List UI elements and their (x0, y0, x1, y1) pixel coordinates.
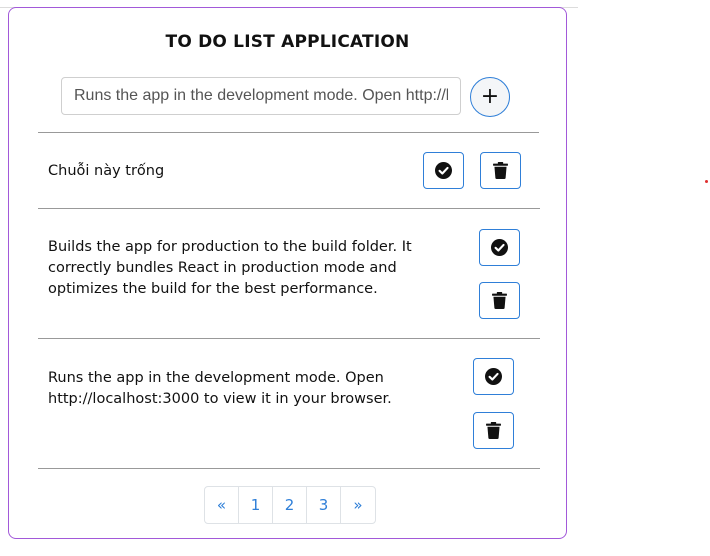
pagination: « 1 2 3 » (204, 486, 376, 524)
complete-button[interactable] (423, 152, 464, 189)
divider (38, 208, 540, 209)
delete-button[interactable] (473, 412, 514, 449)
trash-icon (486, 422, 501, 439)
todo-item-text: Runs the app in the development mode. Op… (48, 370, 392, 407)
todo-item-text: Builds the app for production to the bui… (48, 239, 412, 297)
check-circle-icon (485, 368, 502, 385)
delete-button[interactable] (480, 152, 521, 189)
divider (38, 468, 540, 469)
check-circle-icon (435, 162, 452, 179)
complete-button[interactable] (473, 358, 514, 395)
todo-input[interactable] (61, 77, 461, 115)
trash-icon (493, 162, 508, 179)
page-link-2[interactable]: 2 (273, 487, 307, 523)
check-circle-icon (491, 239, 508, 256)
plus-icon: + (480, 84, 500, 109)
complete-button[interactable] (479, 229, 520, 266)
add-todo-button[interactable]: + (470, 77, 510, 117)
trash-icon (492, 292, 507, 309)
delete-button[interactable] (479, 282, 520, 319)
page-prev-link[interactable]: « (205, 487, 239, 523)
page-link-1[interactable]: 1 (239, 487, 273, 523)
page-next-link[interactable]: » (341, 487, 375, 523)
app-title: TO DO LIST APPLICATION (165, 32, 410, 52)
page-link-3[interactable]: 3 (307, 487, 341, 523)
stray-dot (705, 180, 708, 183)
todo-item-text: Chuỗi này trống (48, 163, 165, 179)
divider (38, 338, 540, 339)
divider (38, 132, 539, 133)
todo-app-card: TO DO LIST APPLICATION + Chuỗi này trống… (8, 7, 567, 539)
